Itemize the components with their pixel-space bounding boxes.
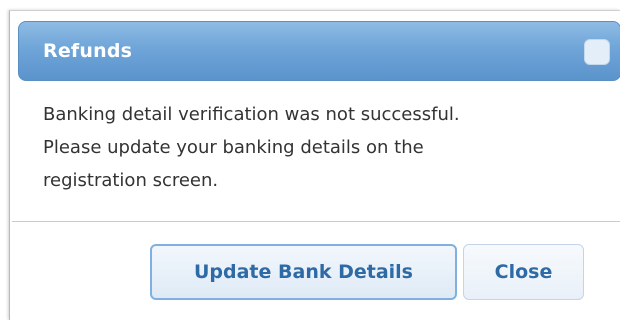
refunds-dialog: Refunds Banking detail verification was … (9, 10, 620, 320)
window-control-icon[interactable] (584, 39, 610, 65)
close-button[interactable]: Close (463, 244, 584, 300)
dialog-message: Banking detail verification was not succ… (43, 98, 603, 197)
dialog-divider (12, 221, 620, 222)
message-line: registration screen. (43, 170, 219, 191)
dialog-titlebar: Refunds (18, 21, 620, 81)
message-line: Please update your banking details on th… (43, 137, 424, 158)
message-line: Banking detail verification was not succ… (43, 104, 460, 125)
update-bank-details-button[interactable]: Update Bank Details (150, 244, 457, 300)
dialog-title: Refunds (43, 40, 133, 62)
